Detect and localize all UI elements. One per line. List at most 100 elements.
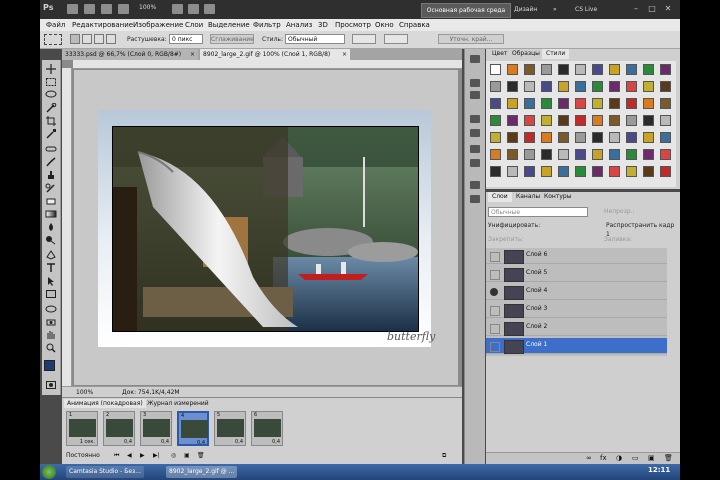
style-swatch[interactable] bbox=[609, 98, 620, 109]
animation-frame[interactable]: 3 0,4 bbox=[140, 411, 172, 446]
style-swatch[interactable] bbox=[660, 149, 671, 160]
visibility-toggle[interactable] bbox=[490, 324, 500, 334]
next-frame-icon[interactable]: ▶| bbox=[153, 451, 160, 460]
style-swatch[interactable] bbox=[541, 149, 552, 160]
visibility-toggle[interactable] bbox=[490, 270, 500, 280]
tab-animation[interactable]: Анимация (покадровая) bbox=[64, 399, 146, 408]
layer-row[interactable]: Слой 6 bbox=[486, 248, 667, 264]
menu-layers[interactable]: Слои bbox=[185, 19, 203, 31]
animation-frame[interactable]: 6 0,4 bbox=[251, 411, 283, 446]
tab-measurement-log[interactable]: Журнал измерений bbox=[144, 399, 212, 408]
style-swatch[interactable] bbox=[626, 81, 637, 92]
layer-row[interactable]: Слой 3 bbox=[486, 302, 667, 318]
style-swatch[interactable] bbox=[592, 98, 603, 109]
task-camtasia[interactable]: Camtasia Studio - Без... bbox=[66, 466, 144, 478]
frame-delay[interactable]: 0,4 bbox=[272, 439, 280, 445]
style-swatch[interactable] bbox=[558, 81, 569, 92]
style-swatch[interactable] bbox=[541, 98, 552, 109]
visibility-toggle[interactable] bbox=[490, 306, 500, 316]
new-layer-icon[interactable]: ▣ bbox=[648, 454, 655, 462]
style-swatch[interactable] bbox=[558, 98, 569, 109]
style-swatch[interactable] bbox=[524, 149, 535, 160]
style-swatch[interactable] bbox=[660, 132, 671, 143]
feather-input[interactable]: 0 пикс bbox=[169, 34, 203, 44]
style-swatch[interactable] bbox=[490, 115, 501, 126]
quick-selection-tool-icon[interactable] bbox=[45, 103, 57, 113]
menu-select[interactable]: Выделение bbox=[208, 19, 250, 31]
style-swatch[interactable] bbox=[592, 132, 603, 143]
swatches-icon[interactable] bbox=[470, 55, 480, 63]
refine-edge-button[interactable]: Уточн. край... bbox=[438, 34, 504, 44]
quick-mask-icon[interactable] bbox=[45, 380, 57, 390]
style-swatch[interactable] bbox=[609, 81, 620, 92]
style-swatch[interactable] bbox=[643, 166, 654, 177]
style-swatch[interactable] bbox=[575, 98, 586, 109]
blend-mode-select[interactable]: Обычные bbox=[488, 207, 588, 217]
style-swatch[interactable] bbox=[660, 81, 671, 92]
blur-tool-icon[interactable] bbox=[45, 222, 57, 232]
style-swatch[interactable] bbox=[575, 166, 586, 177]
clone-stamp-tool-icon[interactable] bbox=[45, 170, 57, 180]
animation-frame[interactable]: 2 0,4 bbox=[103, 411, 135, 446]
style-swatch[interactable] bbox=[660, 166, 671, 177]
tab-styles[interactable]: Стили bbox=[542, 49, 570, 59]
style-swatch[interactable] bbox=[524, 166, 535, 177]
intersect-selection-icon[interactable] bbox=[106, 34, 116, 44]
visibility-toggle[interactable] bbox=[490, 252, 500, 262]
style-swatch[interactable] bbox=[507, 132, 518, 143]
marquee-tool-preset-icon[interactable] bbox=[44, 34, 62, 45]
workspace-more-icon[interactable]: » bbox=[553, 3, 565, 16]
style-swatch[interactable] bbox=[558, 132, 569, 143]
style-swatch[interactable] bbox=[524, 98, 535, 109]
eyedropper-tool-icon[interactable] bbox=[45, 129, 57, 139]
screen-mode-icon[interactable] bbox=[188, 4, 199, 14]
style-swatch[interactable] bbox=[524, 115, 535, 126]
arrange-documents-icon[interactable] bbox=[204, 4, 215, 14]
style-swatch[interactable] bbox=[575, 132, 586, 143]
style-swatch[interactable] bbox=[541, 81, 552, 92]
paragraph-icon[interactable] bbox=[470, 195, 480, 203]
layer-row[interactable]: Слой 1 bbox=[486, 338, 667, 354]
cs-live-button[interactable]: CS Live bbox=[575, 3, 621, 16]
tab-swatches[interactable]: Образцы bbox=[508, 49, 544, 59]
height-input[interactable] bbox=[384, 34, 408, 44]
style-swatch[interactable] bbox=[507, 81, 518, 92]
style-select[interactable]: Обычный bbox=[285, 34, 345, 44]
tween-icon[interactable]: ◎ bbox=[171, 451, 176, 460]
style-swatch[interactable] bbox=[490, 98, 501, 109]
minimize-button[interactable]: – bbox=[630, 3, 642, 15]
move-tool-icon[interactable] bbox=[45, 64, 57, 74]
crop-tool-icon[interactable] bbox=[45, 116, 57, 126]
add-mask-icon[interactable]: ◑ bbox=[616, 454, 622, 462]
style-swatch[interactable] bbox=[643, 149, 654, 160]
frame-delay[interactable]: 0,4 bbox=[124, 439, 132, 445]
hand-tool-icon[interactable] bbox=[45, 330, 57, 340]
first-frame-icon[interactable]: ⏮ bbox=[114, 451, 119, 460]
dodge-tool-icon[interactable] bbox=[45, 235, 57, 245]
menu-help[interactable]: Справка bbox=[399, 19, 430, 31]
close-button[interactable]: ✕ bbox=[662, 3, 674, 15]
guides-icon[interactable] bbox=[101, 4, 112, 14]
eraser-tool-icon[interactable] bbox=[45, 196, 57, 206]
style-swatch[interactable] bbox=[575, 115, 586, 126]
style-swatch[interactable] bbox=[643, 98, 654, 109]
workspace-essentials-button[interactable]: Основная рабочая среда bbox=[421, 3, 511, 18]
history-icon[interactable] bbox=[470, 79, 480, 87]
style-swatch[interactable] bbox=[558, 149, 569, 160]
play-icon[interactable]: ▶ bbox=[140, 451, 145, 460]
adjustments-icon[interactable] bbox=[470, 115, 480, 123]
style-swatch[interactable] bbox=[660, 98, 671, 109]
menu-view[interactable]: Просмотр bbox=[335, 19, 371, 31]
style-swatch[interactable] bbox=[592, 115, 603, 126]
style-swatch[interactable] bbox=[541, 64, 552, 75]
style-swatch[interactable] bbox=[490, 81, 501, 92]
timeline-mode-icon[interactable]: ⧉ bbox=[442, 451, 446, 460]
style-swatch[interactable] bbox=[643, 115, 654, 126]
doc-tab-33333[interactable]: 33333.psd @ 66,7% (Слой 0, RGB/8#) × bbox=[62, 49, 198, 60]
menu-file[interactable]: Файл bbox=[46, 19, 65, 31]
style-swatch[interactable] bbox=[592, 166, 603, 177]
menu-analysis[interactable]: Анализ bbox=[286, 19, 312, 31]
layer-row[interactable]: Слой 4 bbox=[486, 284, 667, 300]
style-swatch[interactable] bbox=[626, 166, 637, 177]
zoom-level[interactable]: 100% bbox=[139, 4, 165, 14]
